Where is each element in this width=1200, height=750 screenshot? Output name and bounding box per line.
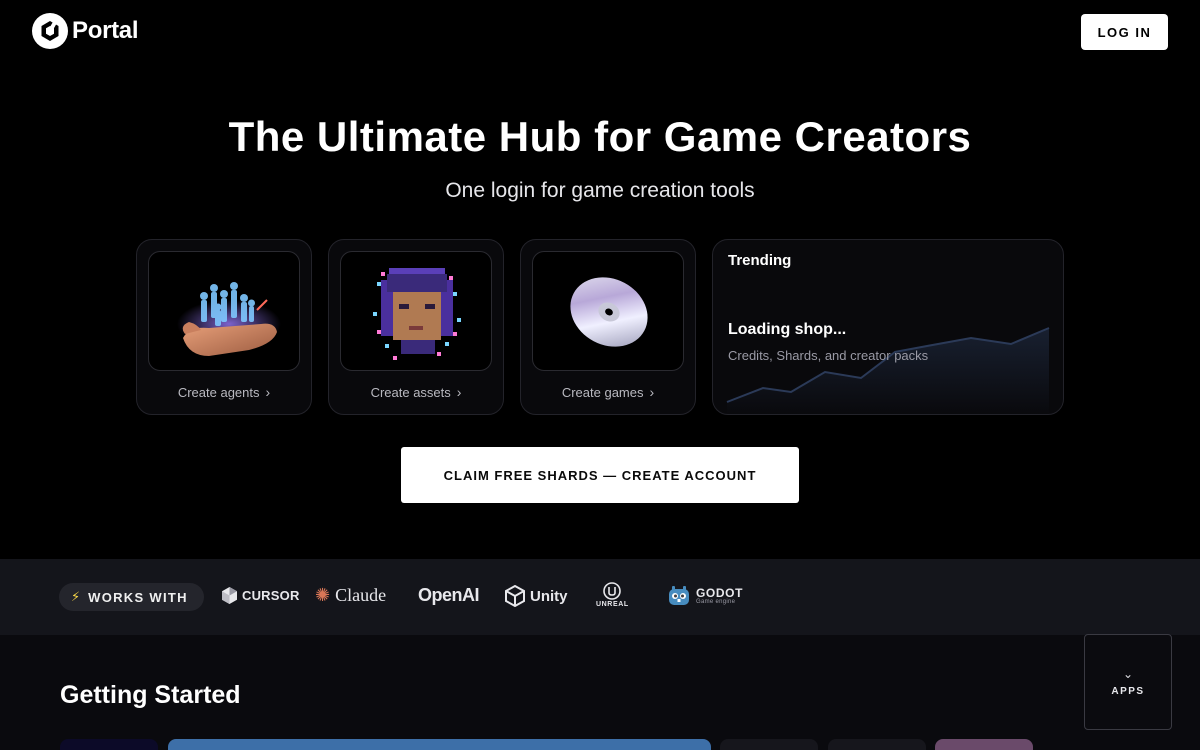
games-image <box>532 251 684 371</box>
godot-icon <box>669 586 689 605</box>
tutorial-thumbnail[interactable] <box>168 739 711 750</box>
portal-logo-icon <box>32 13 68 49</box>
chevron-right-icon: › <box>649 384 655 400</box>
create-games-link[interactable]: Create games › <box>521 384 695 400</box>
tutorial-thumbnail[interactable] <box>828 739 926 750</box>
hero-title: The Ultimate Hub for Game Creators <box>228 113 972 160</box>
tutorial-thumbnail[interactable] <box>935 739 1033 750</box>
trending-title: Trending <box>728 252 792 269</box>
trending-loading: Loading shop... <box>728 321 847 338</box>
create-agents-card[interactable]: Create agents › <box>136 239 312 415</box>
claude-name: Claude <box>335 585 387 605</box>
disc-icon <box>570 277 648 347</box>
tutorial-thumbnail[interactable] <box>720 739 818 750</box>
godot-logo: GODOT Game engine <box>667 584 743 608</box>
unreal-name: UNREAL <box>596 601 629 608</box>
login-button[interactable]: LOG IN <box>1081 14 1168 50</box>
pixel-portrait-icon <box>373 268 461 360</box>
brand-name: Portal <box>72 17 139 44</box>
hero-subtitle: One login for game creation tools <box>445 179 755 202</box>
chevron-right-icon: › <box>265 384 271 400</box>
agents-hand-icon <box>177 282 281 356</box>
create-games-card[interactable]: Create games › <box>520 239 696 415</box>
lightning-icon: ⚡ <box>71 589 81 604</box>
claude-spark-icon: ✺ <box>315 585 331 605</box>
chevron-down-icon: ⌄ <box>1122 666 1134 681</box>
trending-card[interactable]: Trending Loading shop... Credits, Shards… <box>712 239 1064 415</box>
header: Portal LOG IN <box>0 0 1200 64</box>
claim-shards-button[interactable]: CLAIM FREE SHARDS — CREATE ACCOUNT <box>401 447 799 503</box>
godot-subtitle: Game engine <box>696 599 736 605</box>
unreal-logo: UNREAL <box>596 582 629 608</box>
assets-image <box>340 251 492 371</box>
chevron-right-icon: › <box>456 384 462 400</box>
cursor-name: CURSOR <box>242 588 300 603</box>
create-assets-link[interactable]: Create assets › <box>329 384 503 400</box>
card-label: Create assets <box>370 385 451 400</box>
getting-started-section: Getting Started <box>0 635 1200 750</box>
card-label: Create games <box>561 385 644 400</box>
claude-logo: ✺ Claude <box>315 585 386 606</box>
cursor-icon <box>222 587 237 604</box>
openai-logo: OpenAI <box>418 585 480 606</box>
unity-logo: Unity <box>505 585 568 607</box>
card-label: Create agents <box>177 385 260 400</box>
unity-icon <box>505 585 525 607</box>
works-with-strip: ⚡ WORKS WITH CURSOR ✺ Claude OpenAI Unit… <box>0 559 1200 635</box>
works-with-badge: ⚡ WORKS WITH <box>59 583 204 611</box>
openai-name: OpenAI <box>418 585 480 605</box>
create-assets-card[interactable]: Create assets › <box>328 239 504 415</box>
getting-started-title: Getting Started <box>60 681 241 709</box>
trending-description: Credits, Shards, and creator packs <box>728 348 929 363</box>
portal-logo[interactable]: Portal <box>32 13 139 49</box>
apps-label: APPS <box>1111 685 1145 697</box>
unreal-icon <box>603 582 622 600</box>
apps-button[interactable]: ⌄ APPS <box>1084 634 1172 730</box>
create-agents-link[interactable]: Create agents › <box>137 384 311 400</box>
godot-name: GODOT <box>696 586 743 600</box>
agents-image <box>148 251 300 371</box>
unity-name: Unity <box>530 587 568 605</box>
tutorial-thumbnail[interactable] <box>60 739 158 750</box>
works-with-label: WORKS WITH <box>88 589 188 605</box>
cursor-logo: CURSOR <box>222 587 300 604</box>
